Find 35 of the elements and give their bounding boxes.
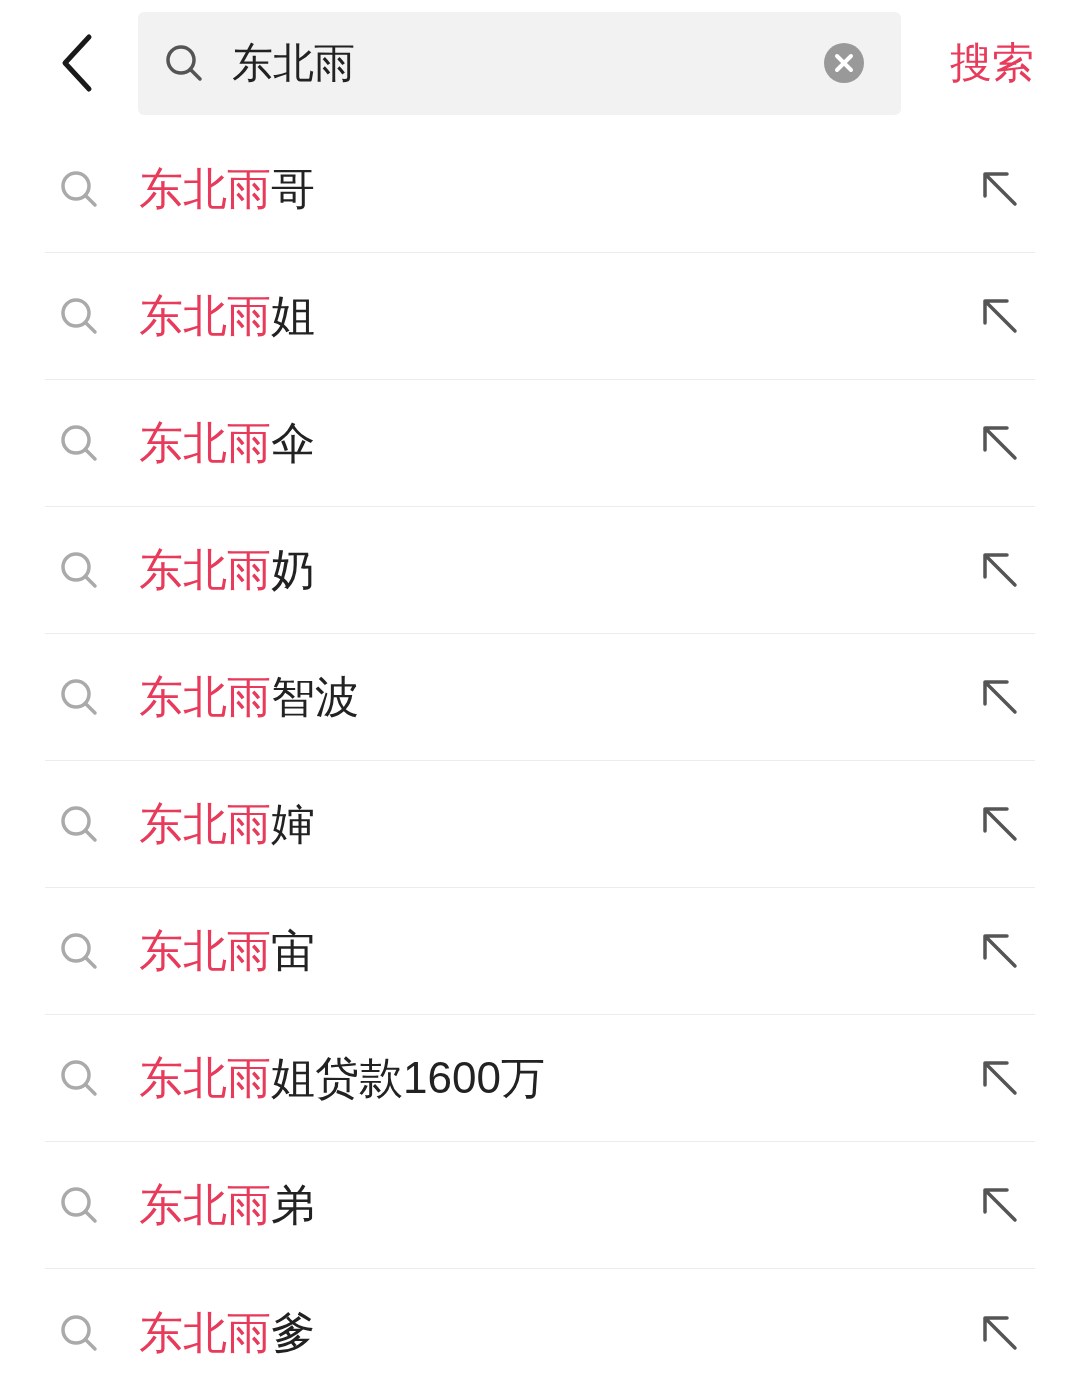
search-field[interactable]: 东北雨 <box>138 11 901 115</box>
arrow-icon[interactable] <box>981 678 1019 716</box>
suggestion-item[interactable]: 东北雨姐贷款1600万 <box>139 1056 981 1100</box>
arrow-icon[interactable] <box>981 1186 1019 1224</box>
arrow-icon[interactable] <box>981 1059 1019 1097</box>
arrow-icon[interactable] <box>981 805 1019 843</box>
search-icon <box>164 43 204 83</box>
search-icon <box>59 804 99 844</box>
search-icon <box>59 931 99 971</box>
arrow-icon[interactable] <box>981 551 1019 589</box>
suggestion-item[interactable]: 东北雨姐 <box>139 294 981 338</box>
suggestion-item[interactable]: 东北雨伞 <box>139 421 981 465</box>
search-icon <box>59 169 99 209</box>
search-icon <box>59 550 99 590</box>
search-icon <box>59 677 99 717</box>
suggestion-item[interactable]: 东北雨婶 <box>139 802 981 846</box>
clear-icon[interactable] <box>823 42 865 84</box>
search-icon <box>59 423 99 463</box>
suggestion-item[interactable]: 东北雨智波 <box>139 675 981 719</box>
search-button[interactable]: 搜索 <box>950 42 1034 84</box>
search-icon <box>59 296 99 336</box>
arrow-icon[interactable] <box>981 297 1019 335</box>
suggestion-item[interactable]: 东北雨弟 <box>139 1183 981 1227</box>
search-text: 东北雨 <box>232 42 356 84</box>
arrow-icon[interactable] <box>981 932 1019 970</box>
arrow-icon[interactable] <box>981 1313 1019 1352</box>
suggestion-item[interactable]: 东北雨宙 <box>139 929 981 973</box>
search-icon <box>59 1312 99 1353</box>
suggestion-item[interactable]: 东北雨奶 <box>139 548 981 592</box>
search-icon <box>59 1058 99 1098</box>
arrow-icon[interactable] <box>981 424 1019 462</box>
search-icon <box>59 1185 99 1225</box>
suggestion-item[interactable]: 东北雨哥 <box>139 167 981 211</box>
arrow-icon[interactable] <box>981 170 1019 208</box>
suggestion-item[interactable]: 东北雨爹 <box>139 1310 981 1355</box>
